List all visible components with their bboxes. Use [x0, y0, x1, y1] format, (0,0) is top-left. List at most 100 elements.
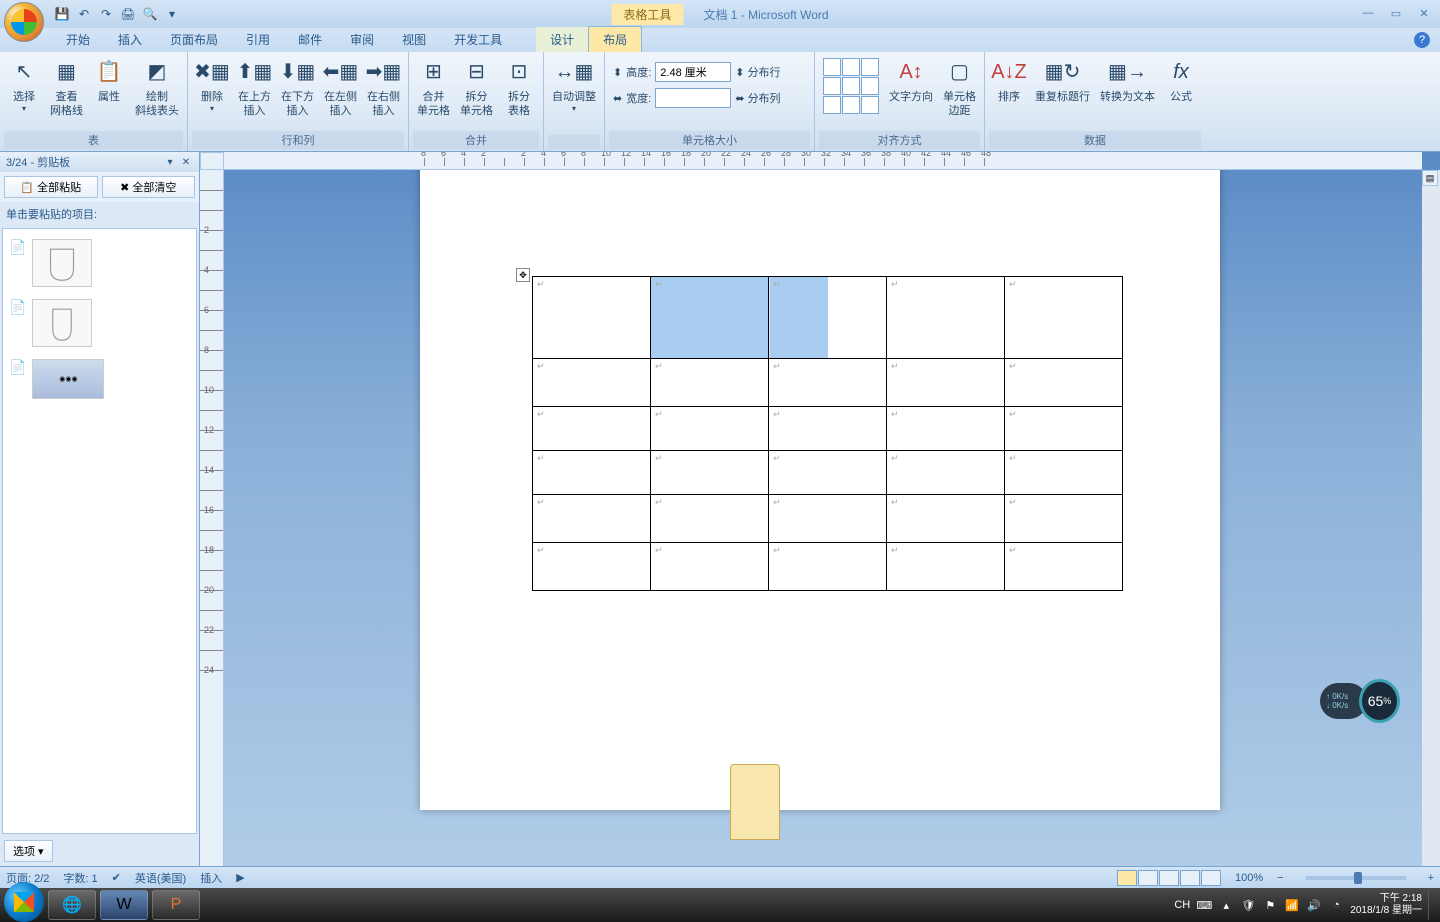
- sort-button[interactable]: A↓Z排序: [989, 54, 1029, 106]
- tray-keyboard-icon[interactable]: ⌨: [1196, 897, 1212, 913]
- clipboard-item[interactable]: 📄: [7, 293, 192, 353]
- clear-all-button[interactable]: ✖全部清空: [102, 176, 196, 198]
- tab-pagelayout[interactable]: 页面布局: [156, 27, 232, 52]
- ruler-toggle[interactable]: ▤: [1422, 170, 1438, 186]
- clipboard-item[interactable]: 📄 ◉◉◉: [7, 353, 192, 405]
- align-ml[interactable]: [823, 77, 841, 95]
- tray-shield-icon[interactable]: 🛡: [1240, 897, 1256, 913]
- tab-table-layout[interactable]: 布局: [588, 26, 642, 52]
- align-mr[interactable]: [861, 77, 879, 95]
- zoom-out[interactable]: −: [1277, 872, 1283, 884]
- qat-redo[interactable]: ↷: [96, 4, 116, 24]
- autoshape-rectangle[interactable]: [730, 764, 780, 840]
- tab-developer[interactable]: 开发工具: [440, 27, 516, 52]
- autofit-button[interactable]: ↔▦自动调整▾: [548, 54, 600, 117]
- tab-insert[interactable]: 插入: [104, 27, 156, 52]
- network-widget[interactable]: ↑ 0K/s ↓ 0K/s 65%: [1320, 676, 1400, 726]
- align-tl[interactable]: [823, 58, 841, 76]
- formula-button[interactable]: fx公式: [1161, 54, 1201, 106]
- clipboard-dropdown[interactable]: ▾: [163, 155, 177, 169]
- align-tr[interactable]: [861, 58, 879, 76]
- align-tc[interactable]: [842, 58, 860, 76]
- align-br[interactable]: [861, 96, 879, 114]
- paste-all-button[interactable]: 📋全部粘贴: [4, 176, 98, 198]
- help-icon[interactable]: ?: [1414, 32, 1430, 48]
- align-bc[interactable]: [842, 96, 860, 114]
- tray-volume-icon[interactable]: 🔊: [1306, 897, 1322, 913]
- tab-review[interactable]: 审阅: [336, 27, 388, 52]
- tray-flag-icon[interactable]: ⚑: [1262, 897, 1278, 913]
- height-input[interactable]: [655, 62, 731, 82]
- delete-button[interactable]: ✖▦删除▾: [192, 54, 232, 117]
- taskbar-app-word[interactable]: W: [100, 890, 148, 920]
- language-indicator[interactable]: 英语(美国): [135, 870, 186, 886]
- merge-cells-button[interactable]: ⊞合并 单元格: [413, 54, 454, 121]
- dist-cols-button[interactable]: ⬌ 分布列: [735, 90, 780, 106]
- dist-rows-button[interactable]: ⬍ 分布行: [735, 64, 780, 80]
- zoom-slider[interactable]: [1306, 876, 1406, 880]
- tab-mailings[interactable]: 邮件: [284, 27, 336, 52]
- tab-view[interactable]: 视图: [388, 27, 440, 52]
- qat-more[interactable]: ▾: [162, 4, 182, 24]
- insert-mode[interactable]: 插入: [200, 870, 222, 886]
- cell-margins-button[interactable]: ▢单元格 边距: [939, 54, 980, 121]
- view-draft[interactable]: [1201, 870, 1221, 886]
- group-cellsize: ⬍ 高度: ⬍ 分布行 ⬌ 宽度: ⬌ 分布列 单元格大小: [605, 52, 815, 151]
- align-bl[interactable]: [823, 96, 841, 114]
- qat-preview[interactable]: 🔍: [140, 4, 160, 24]
- text-direction-button[interactable]: A↕文字方向: [885, 54, 937, 106]
- ruler-corner[interactable]: [200, 152, 224, 170]
- tab-table-design[interactable]: 设计: [536, 27, 588, 52]
- width-input[interactable]: [655, 88, 731, 108]
- view-outline[interactable]: [1180, 870, 1200, 886]
- qat-quickprint[interactable]: 🖨: [118, 4, 138, 24]
- view-web[interactable]: [1159, 870, 1179, 886]
- tray-network-icon[interactable]: 📶: [1284, 897, 1300, 913]
- spellcheck-icon[interactable]: ✔: [112, 871, 121, 884]
- start-button[interactable]: [4, 882, 44, 922]
- convert-text-button[interactable]: ▦→转换为文本: [1096, 54, 1159, 106]
- vertical-scrollbar[interactable]: [1422, 170, 1440, 866]
- insert-below-button[interactable]: ⬇▦在下方 插入: [277, 54, 318, 121]
- clipboard-item[interactable]: 📄: [7, 233, 192, 293]
- insert-left-button[interactable]: ⬅▦在左侧 插入: [320, 54, 361, 121]
- taskbar-clock[interactable]: 下午 2:18 2018/1/8 星期一: [1350, 893, 1422, 917]
- table-move-handle[interactable]: ✥: [516, 268, 530, 282]
- zoom-level[interactable]: 100%: [1235, 872, 1263, 884]
- document-table[interactable]: [532, 276, 1123, 591]
- close-button[interactable]: ✕: [1412, 4, 1436, 22]
- repeat-header-button[interactable]: ▦↻重复标题行: [1031, 54, 1094, 106]
- insert-above-button[interactable]: ⬆▦在上方 插入: [234, 54, 275, 121]
- clipboard-close[interactable]: ✕: [179, 155, 193, 169]
- qat-save[interactable]: 💾: [52, 4, 72, 24]
- split-table-button[interactable]: ⊡拆分 表格: [499, 54, 539, 121]
- view-fullscreen[interactable]: [1138, 870, 1158, 886]
- zoom-in[interactable]: +: [1428, 872, 1434, 884]
- vertical-ruler[interactable]: 24681012141618202224: [200, 170, 224, 866]
- word-count[interactable]: 字数: 1: [63, 870, 97, 886]
- split-cells-button[interactable]: ⊟拆分 单元格: [456, 54, 497, 121]
- insert-right-button[interactable]: ➡▦在右侧 插入: [363, 54, 404, 121]
- options-button[interactable]: 选项 ▾: [4, 840, 53, 862]
- taskbar-app-browser[interactable]: 🌐: [48, 890, 96, 920]
- align-mc[interactable]: [842, 77, 860, 95]
- select-button[interactable]: ↖选择▾: [4, 54, 44, 117]
- restore-button[interactable]: ▭: [1384, 4, 1408, 22]
- tray-chevron-icon[interactable]: ▴: [1218, 897, 1234, 913]
- show-desktop[interactable]: [1428, 890, 1436, 920]
- taskbar-app-powerpoint[interactable]: P: [152, 890, 200, 920]
- properties-button[interactable]: 📋属性: [89, 54, 129, 106]
- macro-icon[interactable]: ▶: [236, 871, 244, 884]
- tab-references[interactable]: 引用: [232, 27, 284, 52]
- tab-home[interactable]: 开始: [52, 27, 104, 52]
- tray-lang[interactable]: CH: [1174, 897, 1190, 913]
- office-button[interactable]: [4, 2, 44, 42]
- qat-undo[interactable]: ↶: [74, 4, 94, 24]
- document-page[interactable]: ✥: [420, 170, 1220, 810]
- minimize-button[interactable]: —: [1356, 4, 1380, 22]
- view-gridlines-button[interactable]: ▦查看 网格线: [46, 54, 87, 121]
- view-print-layout[interactable]: [1117, 870, 1137, 886]
- horizontal-ruler[interactable]: 8642246810121416182022242628303234363840…: [224, 152, 1422, 170]
- tray-app-icon[interactable]: ◔: [1328, 897, 1344, 913]
- draw-diagonal-button[interactable]: ◩绘制 斜线表头: [131, 54, 183, 121]
